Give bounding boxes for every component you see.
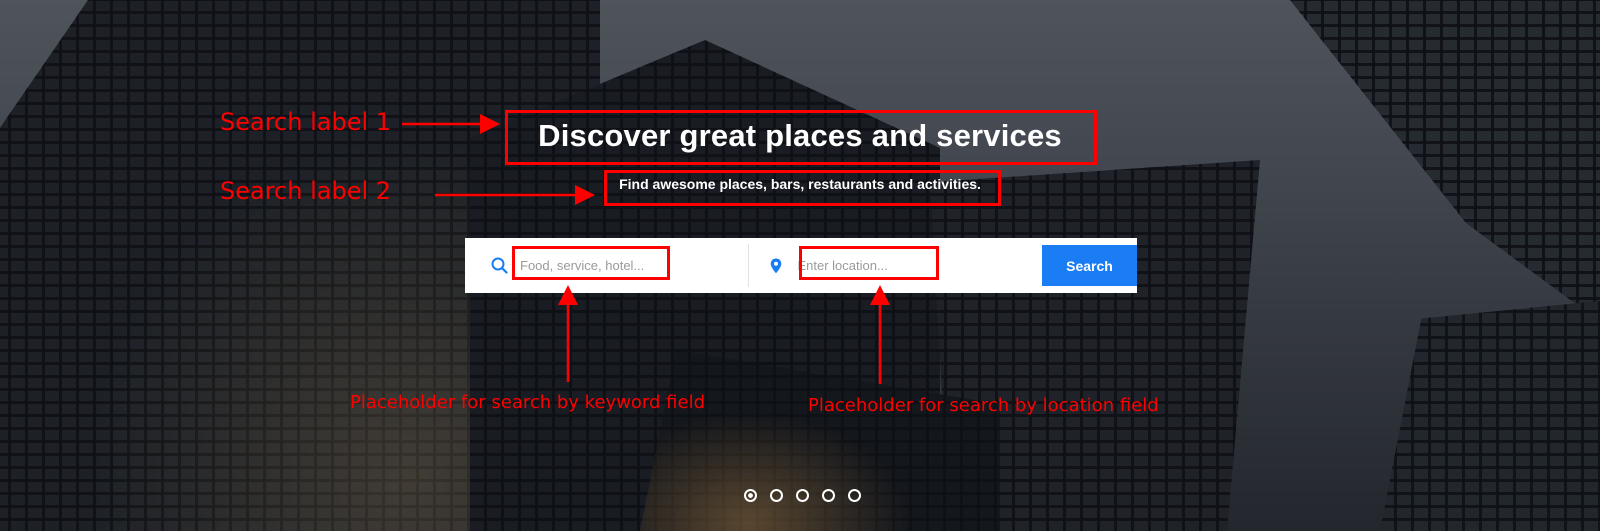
annotation-arrows (402, 114, 890, 384)
